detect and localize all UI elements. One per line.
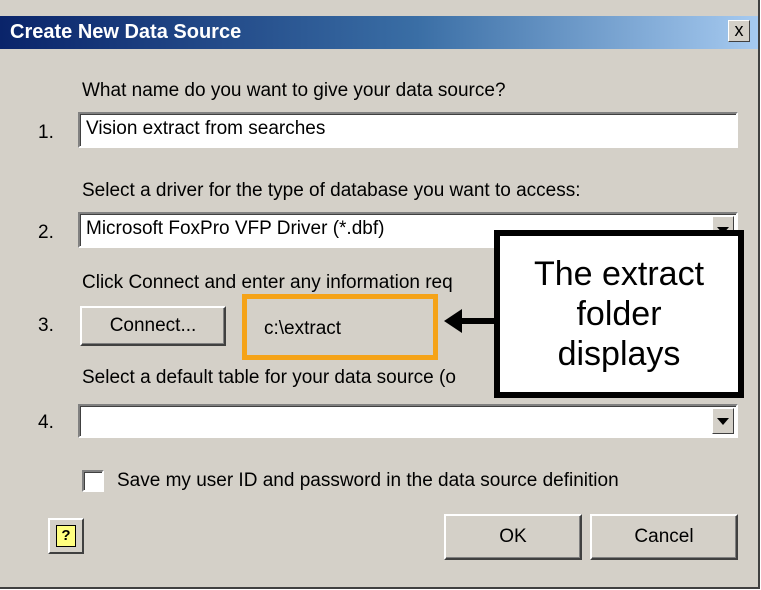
step4-number: 4. xyxy=(38,412,54,433)
step3-prompt: Click Connect and enter any information … xyxy=(82,272,453,293)
help-icon: ? xyxy=(56,525,76,547)
step1-number: 1. xyxy=(38,122,54,143)
default-table-select[interactable] xyxy=(78,404,738,438)
close-icon: x xyxy=(734,20,744,40)
title-bar: Create New Data Source x xyxy=(0,16,758,49)
callout-line-1: The extract xyxy=(533,255,705,293)
arrow-line xyxy=(460,318,498,324)
callout-line-3: displays xyxy=(557,335,681,373)
save-credentials-label: Save my user ID and password in the data… xyxy=(117,470,619,491)
step4-prompt: Select a default table for your data sou… xyxy=(82,367,456,388)
step3-number: 3. xyxy=(38,315,54,336)
callout-line-2: folder xyxy=(576,295,662,333)
cancel-button[interactable]: Cancel xyxy=(590,514,738,560)
path-highlight-box xyxy=(242,294,438,360)
help-button[interactable]: ? xyxy=(48,518,84,554)
data-source-name-input[interactable]: Vision extract from searches xyxy=(78,112,738,148)
dialog-title: Create New Data Source xyxy=(10,21,242,43)
chevron-down-icon xyxy=(717,417,729,425)
step1-prompt: What name do you want to give your data … xyxy=(82,80,506,101)
callout-box: The extract folder displays xyxy=(494,230,744,398)
save-credentials-checkbox[interactable] xyxy=(82,470,104,492)
driver-select-value: Microsoft FoxPro VFP Driver (*.dbf) xyxy=(86,218,385,239)
default-table-dropdown-button[interactable] xyxy=(712,408,734,434)
step2-number: 2. xyxy=(38,222,54,243)
connect-button[interactable]: Connect... xyxy=(80,306,226,346)
step2-prompt: Select a driver for the type of database… xyxy=(82,180,581,201)
ok-button[interactable]: OK xyxy=(444,514,582,560)
close-button[interactable]: x xyxy=(728,20,750,42)
